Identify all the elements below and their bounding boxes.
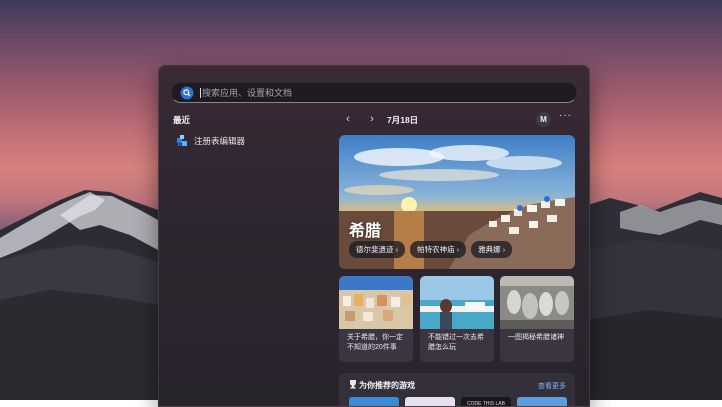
registry-editor-icon (177, 135, 187, 146)
greece-town-image (339, 276, 413, 329)
start-panel: 最近 注册表编辑器 ‹ › 7月18日 M ··· (158, 65, 590, 407)
search-box[interactable] (171, 82, 577, 103)
hero-chips: 德尔斐遗迹 › 帕特农神庙 › 雅典娜 › (349, 241, 513, 258)
search-input[interactable] (202, 87, 562, 98)
news-card-3[interactable]: 一图揭秘希腊诸神 (500, 276, 574, 362)
date-label: 7月18日 (387, 115, 419, 125)
previous-button[interactable]: ‹ (341, 112, 355, 126)
hero-card[interactable]: 希腊 德尔斐遗迹 › 帕特农神庙 › 雅典娜 › (339, 135, 575, 269)
news-card-text: 关于希腊，你一定不知道的20件事 (347, 334, 403, 351)
trophy-icon (350, 380, 356, 389)
game-tile[interactable]: CODE THIS LAB (461, 397, 511, 406)
chip-delphi[interactable]: 德尔斐遗迹 › (349, 241, 406, 258)
recent-heading: 最近 (173, 115, 191, 125)
news-card-text: 一图揭秘希腊诸神 (508, 334, 564, 341)
chip-athena[interactable]: 雅典娜 › (471, 241, 513, 258)
search-icon (180, 86, 194, 99)
news-card-1[interactable]: 关于希腊，你一定不知道的20件事 (339, 276, 413, 362)
recent-item-registry-editor[interactable]: 注册表编辑器 (177, 135, 245, 147)
news-card-text: 不能错过一次去希腊怎么玩 (428, 334, 484, 351)
text-caret (200, 87, 201, 98)
games-section: 为你推荐的游戏 查看更多 CODE THIS LAB (339, 373, 575, 406)
greek-gods-image (500, 276, 574, 329)
game-tile[interactable] (517, 397, 567, 406)
news-card-2[interactable]: 不能错过一次去希腊怎么玩 (420, 276, 494, 362)
recent-item-label: 注册表编辑器 (194, 136, 246, 146)
more-options-button[interactable]: ··· (559, 110, 572, 121)
games-heading: 为你推荐的游戏 (359, 381, 415, 390)
hero-title: 希腊 (349, 223, 382, 240)
next-button[interactable]: › (365, 112, 379, 126)
avatar[interactable]: M (536, 112, 551, 127)
see-more-link[interactable]: 查看更多 (538, 381, 566, 391)
game-tile[interactable] (405, 397, 455, 406)
traveler-image (420, 276, 494, 329)
chip-parthenon[interactable]: 帕特农神庙 › (410, 241, 467, 258)
game-tile[interactable] (349, 397, 399, 406)
